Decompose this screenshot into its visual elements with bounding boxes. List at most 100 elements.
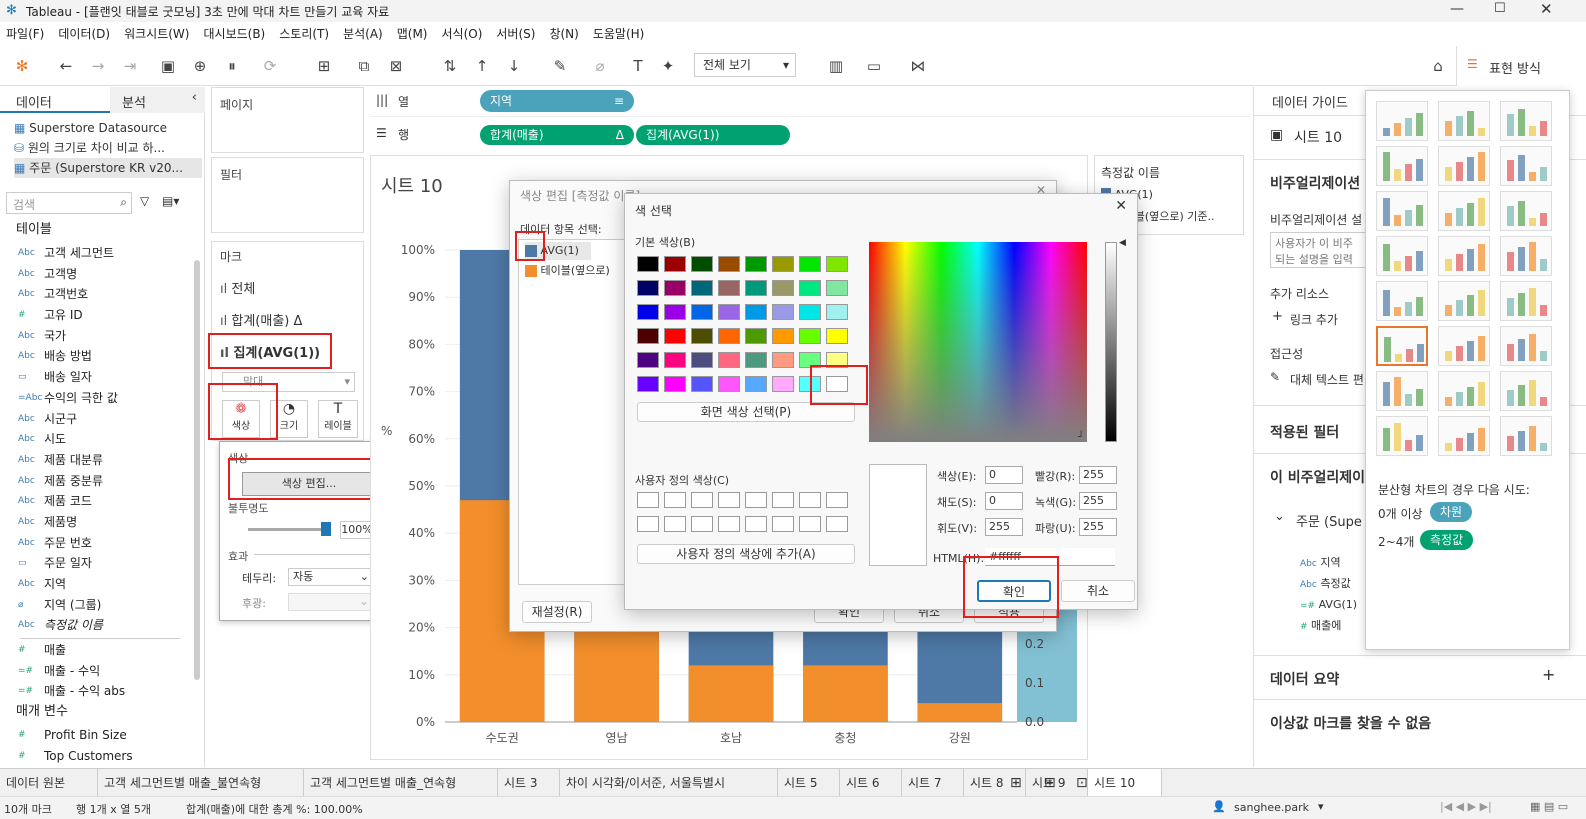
color-swatch[interactable] (718, 304, 740, 320)
field-item[interactable]: Abc 시도 (0, 429, 200, 450)
color-swatch[interactable] (637, 328, 659, 344)
highlight-icon[interactable]: ✎ (550, 56, 570, 76)
color-swatch[interactable] (772, 256, 794, 272)
field-item[interactable]: ▭ 배송 일자 (0, 367, 200, 388)
chart-type-thumb[interactable] (1438, 326, 1490, 366)
chart-type-thumb[interactable] (1438, 371, 1490, 411)
chart-type-thumb[interactable] (1438, 281, 1490, 321)
field-item[interactable]: =Abc 수익의 극한 값 (0, 388, 200, 409)
format-icon[interactable]: ⌂ (1428, 56, 1448, 76)
color-swatch[interactable] (637, 256, 659, 272)
picker-cancel-button[interactable]: 취소 (1061, 580, 1135, 602)
color-swatch[interactable] (691, 352, 713, 368)
grid-view-icon[interactable]: ▦ ▤ ▭ (1530, 800, 1568, 813)
close-icon[interactable]: ✕ (1540, 0, 1553, 18)
columns-pill-region[interactable]: 지역 ≡ (480, 90, 634, 112)
tableau-home-icon[interactable]: ✻ (12, 56, 32, 76)
halo-dropdown[interactable]: ⌄ (288, 593, 374, 611)
color-swatch[interactable] (745, 352, 767, 368)
field-item[interactable]: Abc 주문 번호 (0, 533, 200, 554)
undo-icon[interactable]: ← (56, 56, 76, 76)
sheet-tab[interactable]: 시트 3 (498, 769, 560, 797)
field-item[interactable]: Abc 측정값 이름 (0, 615, 200, 636)
item-table-side[interactable]: 테이블(옆으로) (525, 262, 610, 280)
chevron-down-icon[interactable]: ⌄ (1274, 509, 1285, 524)
color-swatch[interactable] (637, 280, 659, 296)
opacity-slider-handle[interactable] (321, 522, 331, 536)
color-swatch[interactable] (637, 352, 659, 368)
group-icon[interactable]: ⌀ (590, 56, 610, 76)
color-swatch[interactable] (664, 328, 686, 344)
alt-text-link[interactable]: 대체 텍스트 편 (1290, 371, 1364, 388)
color-swatch[interactable] (637, 304, 659, 320)
color-swatch[interactable] (691, 328, 713, 344)
new-story-icon[interactable]: ⊡ (1076, 775, 1088, 791)
field-item[interactable]: Abc 제품 중분류 (0, 471, 200, 492)
chart-type-thumb[interactable] (1438, 416, 1490, 456)
rows-pill-sales[interactable]: 합계(매출) Δ (480, 125, 634, 145)
tab-datasource[interactable]: 데이터 원본 (0, 769, 98, 797)
chart-type-thumb[interactable] (1500, 326, 1552, 366)
color-swatch[interactable] (691, 376, 713, 392)
color-swatch[interactable] (718, 376, 740, 392)
field-item[interactable]: Abc 배송 방법 (0, 346, 200, 367)
field-item[interactable]: Abc 제품 대분류 (0, 450, 200, 471)
search-input[interactable]: 검색 (13, 196, 35, 213)
sheet-tab[interactable]: 시트 5 (778, 769, 840, 797)
sheet-tab[interactable]: 시트 6 (840, 769, 902, 797)
menu-item[interactable]: 맵(M) (397, 22, 428, 46)
chart-type-thumb[interactable] (1500, 146, 1552, 186)
color-swatch[interactable] (799, 304, 821, 320)
datasource-item-active[interactable]: ▦ 주문 (Superstore KR v20... (14, 158, 202, 178)
expand-plus-icon[interactable]: + (1542, 665, 1555, 684)
scrollbar[interactable] (194, 260, 200, 680)
color-swatch[interactable] (718, 256, 740, 272)
duplicate-sheet-icon[interactable]: ⧉ (354, 56, 374, 76)
color-swatch[interactable] (772, 280, 794, 296)
custom-color-slot[interactable] (718, 516, 740, 532)
menu-item[interactable]: 워크시트(W) (124, 22, 189, 46)
save-icon[interactable]: ▣ (158, 56, 178, 76)
pause-updates-icon[interactable]: ⏸ (222, 56, 242, 76)
menu-item[interactable]: 파일(F) (6, 22, 44, 46)
chevron-down-icon[interactable]: ▾ (1318, 800, 1324, 813)
green-input[interactable]: 255 (1079, 492, 1117, 510)
show-cards-icon[interactable]: ▥ (826, 56, 846, 76)
tab-analysis[interactable]: 분석 ‹ (110, 87, 205, 113)
datasource-item[interactable]: ▦ Superstore Datasource (14, 118, 202, 138)
color-swatch[interactable] (718, 328, 740, 344)
chart-type-thumb[interactable] (1376, 101, 1428, 141)
custom-color-slot[interactable] (745, 492, 767, 508)
custom-color-slot[interactable] (664, 492, 686, 508)
chart-type-thumb[interactable] (1500, 371, 1552, 411)
plus-icon[interactable]: + (1272, 309, 1283, 324)
nav-arrows-icon[interactable]: |◀ ◀ ▶ ▶| (1440, 800, 1492, 813)
pin-icon[interactable]: ✦ (658, 56, 678, 76)
menu-item[interactable]: 데이터(D) (58, 22, 110, 46)
custom-color-slot[interactable] (745, 516, 767, 532)
chart-type-thumb[interactable] (1376, 146, 1428, 186)
sheet-tab[interactable]: 고객 세그먼트별 매출_불연속형 (98, 769, 304, 797)
color-swatch[interactable] (826, 280, 848, 296)
custom-color-slot[interactable] (826, 516, 848, 532)
replay-icon[interactable]: ⇥ (120, 56, 140, 76)
field-item[interactable]: Abc 지역 (0, 574, 200, 595)
chart-type-thumb[interactable] (1376, 416, 1428, 456)
new-worksheet-icon[interactable]: ⊞ (314, 56, 334, 76)
new-dashboard-icon[interactable]: ⊞ (1044, 775, 1056, 791)
reset-button[interactable]: 재설정(R) (522, 601, 592, 623)
view-size-dropdown[interactable]: 전체 보기 ▾ (694, 53, 796, 77)
chart-type-thumb[interactable] (1438, 101, 1490, 141)
color-swatch[interactable] (718, 352, 740, 368)
maximize-icon[interactable]: ☐ (1494, 1, 1506, 16)
chart-type-thumb[interactable] (1376, 236, 1428, 276)
sat-input[interactable]: 0 (985, 492, 1023, 510)
minimize-icon[interactable]: — (1450, 1, 1464, 17)
menu-item[interactable]: 대시보드(B) (203, 22, 265, 46)
field-item[interactable]: ⌀ 지역 (그룹) (0, 595, 200, 616)
chart-type-thumb[interactable] (1500, 191, 1552, 231)
custom-color-slot[interactable] (637, 492, 659, 508)
sheet-tab[interactable]: 시트 7 (902, 769, 964, 797)
lum-input[interactable]: 255 (985, 518, 1023, 536)
luminance-arrow-icon[interactable]: ◀ (1119, 238, 1126, 248)
